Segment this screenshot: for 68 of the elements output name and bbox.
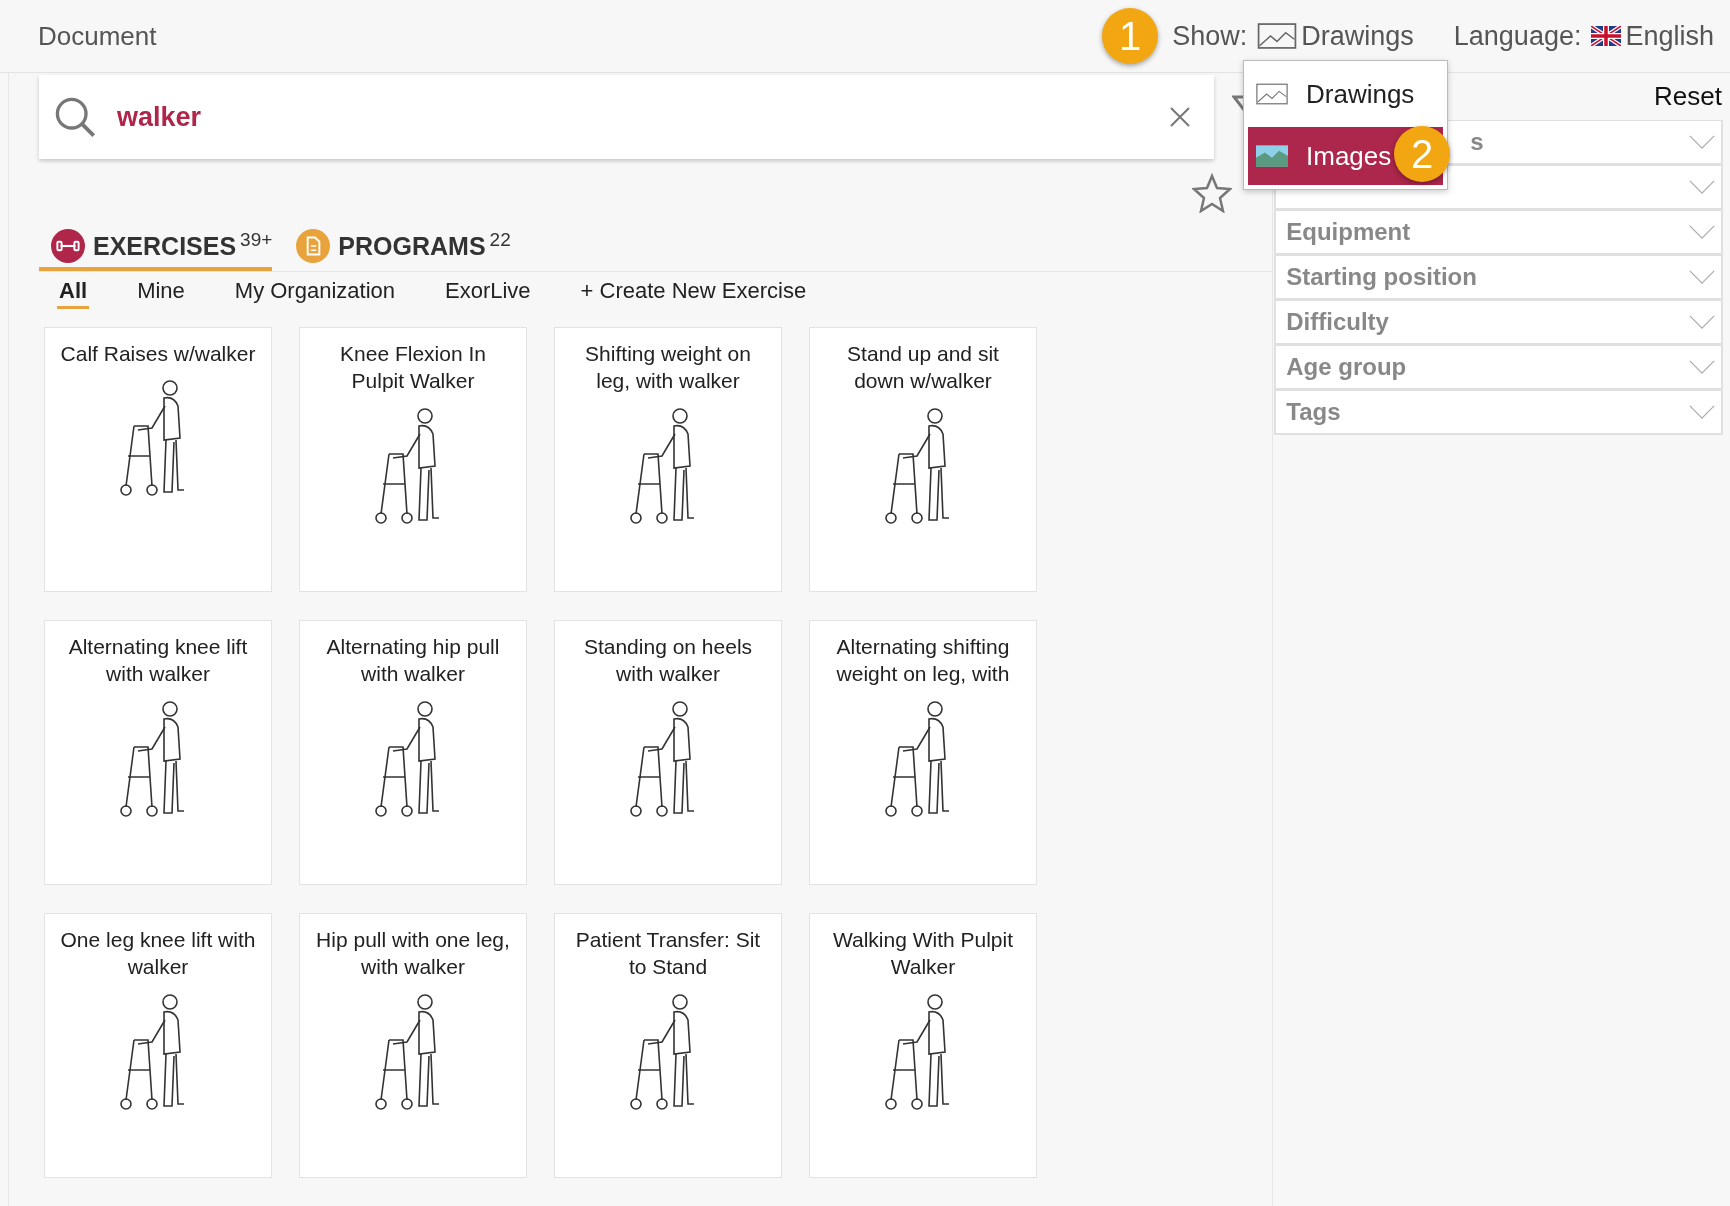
exercise-card[interactable]: Alternating shifting weight on leg, with (809, 620, 1037, 885)
filter-label: Tags (1286, 398, 1341, 426)
flag-icon (1591, 26, 1622, 46)
exercise-title: Standing on heels with walker (582, 634, 754, 688)
search-icon (53, 95, 97, 139)
exercise-card[interactable]: Shifting weight on leg, with walker (554, 327, 782, 592)
exercise-title: Stand up and sit down w/walker (846, 341, 1000, 395)
reset-button[interactable]: Reset (1654, 81, 1722, 112)
exercise-card[interactable]: Alternating hip pull with walker (299, 620, 527, 885)
star-icon[interactable] (1192, 173, 1233, 213)
filter-dropdown[interactable]: Starting position (1274, 255, 1724, 300)
landscape-outline-icon (1257, 23, 1298, 49)
show-mode-selector[interactable]: Drawings (1257, 20, 1414, 52)
menu-item[interactable]: Drawings (1248, 65, 1443, 123)
exercise-card[interactable]: Standing on heels with walker (554, 620, 782, 885)
filter-tab[interactable]: My Organization (232, 278, 397, 309)
dumbbell-icon (51, 229, 85, 263)
close-icon[interactable] (1168, 105, 1192, 129)
category-tab[interactable]: PROGRAMS $^{22}$ (284, 229, 511, 271)
exercise-title: One leg knee lift with walker (59, 927, 257, 981)
document-title: Document (38, 20, 157, 52)
filter-label: Age group (1286, 353, 1407, 381)
show-label: Show: (1172, 20, 1248, 52)
exercise-card[interactable]: Alternating knee lift with walker (44, 620, 272, 885)
filter-dropdown[interactable]: Age group (1274, 345, 1724, 390)
filter-label: Equipment (1286, 218, 1411, 246)
chevron-down-icon (1689, 270, 1716, 284)
exercise-title: Knee Flexion In Pulpit Walker (339, 341, 487, 395)
exercise-title: Alternating shifting weight on leg, with (835, 634, 1011, 688)
exercise-title: Hip pull with one leg, with walker (315, 927, 511, 981)
exercise-card[interactable]: Calf Raises w/walker (44, 327, 272, 592)
chevron-down-icon (1689, 315, 1716, 329)
filter-label: s (1470, 128, 1484, 156)
exercise-title: Calf Raises w/walker (60, 341, 256, 367)
exercise-card[interactable]: Hip pull with one leg, with walker (299, 913, 527, 1178)
language-label: Language: (1453, 20, 1582, 52)
exercise-title: Patient Transfer: Sit to Stand (574, 927, 762, 981)
filter-tab[interactable]: ExorLive (443, 278, 533, 309)
exercise-card[interactable]: Walking With Pulpit Walker (809, 913, 1037, 1178)
chevron-down-icon (1689, 360, 1716, 374)
filter-tab[interactable]: + Create New Exercise (578, 278, 809, 309)
landscape-outline-icon (1256, 83, 1288, 105)
search-field[interactable]: walker (39, 75, 1214, 159)
filter-dropdown[interactable]: Equipment (1274, 210, 1724, 255)
exercise-title: Shifting weight on leg, with walker (584, 341, 752, 395)
filter-label: Starting position (1286, 263, 1477, 291)
chevron-down-icon (1689, 225, 1716, 239)
filter-label: Difficulty (1286, 308, 1389, 336)
exercise-card[interactable]: One leg knee lift with walker (44, 913, 272, 1178)
exercise-title: Walking With Pulpit Walker (831, 927, 1015, 981)
chevron-down-icon (1689, 180, 1716, 194)
exercise-card[interactable]: Stand up and sit down w/walker (809, 327, 1037, 592)
exercise-title: Alternating hip pull with walker (325, 634, 501, 688)
callout-marker: 1 (1102, 8, 1159, 64)
exercise-title: Alternating knee lift with walker (67, 634, 249, 688)
exercise-card[interactable]: Patient Transfer: Sit to Stand (554, 913, 782, 1178)
document-icon (296, 229, 331, 263)
filter-tab[interactable]: All (57, 278, 90, 309)
filter-dropdown[interactable]: Difficulty (1274, 300, 1724, 345)
landscape-image-icon (1256, 145, 1288, 167)
chevron-down-icon (1689, 135, 1716, 149)
filter-dropdown[interactable]: Tags (1274, 390, 1724, 435)
category-tab[interactable]: EXERCISES $^{39+}$ (39, 229, 273, 271)
exercise-card[interactable]: Knee Flexion In Pulpit Walker (299, 327, 527, 592)
language-selector[interactable]: English (1591, 20, 1714, 52)
filter-tab[interactable]: Mine (135, 278, 187, 309)
chevron-down-icon (1689, 405, 1716, 419)
search-field[interactable]: walker (115, 100, 1168, 134)
